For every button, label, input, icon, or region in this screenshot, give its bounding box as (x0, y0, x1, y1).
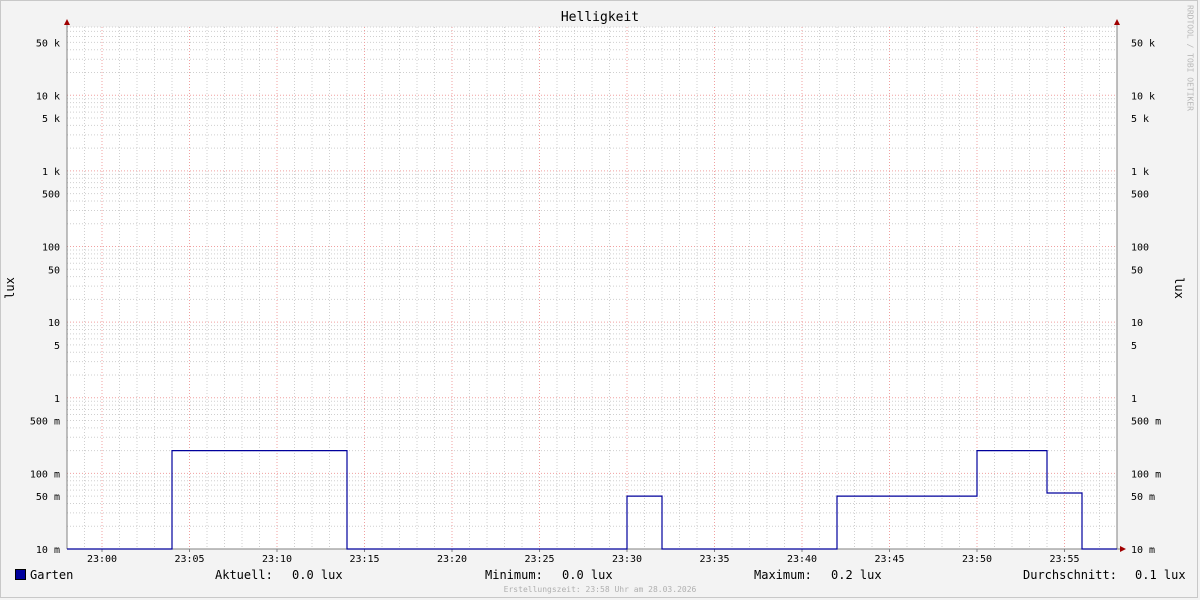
y-tick-label-left: 50 m (36, 492, 60, 503)
y-tick-label-left: 10 k (36, 91, 60, 102)
x-tick-label: 23:50 (962, 554, 992, 565)
y-tick-label-right: 10 m (1131, 545, 1155, 556)
y-tick-label-right: 100 (1131, 243, 1149, 254)
y-tick-label-left: 10 (48, 318, 60, 329)
legend-avg-value: 0.1 lux (1135, 568, 1186, 582)
x-tick-label: 23:00 (87, 554, 117, 565)
y-tick-label-right: 10 k (1131, 91, 1155, 102)
y-tick-label-right: 5 (1131, 341, 1137, 352)
x-tick-label: 23:25 (524, 554, 554, 565)
y-axis-label-left: lux (3, 277, 17, 299)
y-tick-label-left: 5 (54, 341, 60, 352)
legend-swatch (15, 569, 26, 580)
y-tick-label-left: 5 k (42, 114, 60, 125)
y-tick-label-right: 1 k (1131, 167, 1149, 178)
y-tick-label-left: 50 k (36, 38, 60, 49)
y-tick-label-left: 1 k (42, 167, 60, 178)
x-tick-label: 23:05 (174, 554, 204, 565)
x-tick-label: 23:45 (874, 554, 904, 565)
x-tick-label: 23:55 (1049, 554, 1079, 565)
legend-avg-label: Durchschnitt: (1023, 568, 1117, 582)
y-tick-label-right: 5 k (1131, 114, 1149, 125)
x-tick-label: 23:10 (262, 554, 292, 565)
x-axis-arrow (1120, 546, 1126, 552)
chart-title: Helligkeit (560, 10, 640, 25)
y-tick-label-left: 500 (42, 190, 60, 201)
x-tick-label: 23:20 (437, 554, 467, 565)
x-tick-label: 23:30 (612, 554, 642, 565)
legend: Garten Aktuell: 0.0 lux Minimum: 0.0 lux… (0, 568, 1200, 584)
y-tick-label-right: 100 m (1131, 469, 1161, 480)
legend-series-name: Garten (30, 568, 74, 582)
x-tick-label: 23:40 (787, 554, 817, 565)
y-tick-label-left: 100 m (30, 469, 60, 480)
y-tick-label-right: 50 (1131, 265, 1143, 276)
y-tick-label-left: 1 (54, 394, 60, 405)
x-tick-label: 23:15 (349, 554, 379, 565)
y-tick-label-right: 50 k (1131, 38, 1155, 49)
y-tick-label-right: 500 (1131, 190, 1149, 201)
legend-max-label: Maximum: (754, 568, 812, 582)
y-tick-label-right: 50 m (1131, 492, 1155, 503)
creation-time-footer: Erstellungszeit: 23:58 Uhr am 28.03.2026 (503, 585, 697, 594)
rrdtool-watermark: RRDTOOL / TOBI OETIKER (1185, 5, 1195, 111)
legend-current-label: Aktuell: (215, 568, 273, 582)
legend-max-value: 0.2 lux (831, 568, 882, 582)
y-tick-label-right: 500 m (1131, 417, 1161, 428)
y-tick-label-left: 50 (48, 265, 60, 276)
y-tick-label-right: 1 (1131, 394, 1137, 405)
chart-canvas: 50 k 50 k 10 k 10 k 5 k 5 k 1 k 1 k 500 500 100 100… (30, 19, 1161, 565)
y-axis-label-right: lux (1172, 277, 1186, 299)
y-tick-label-left: 500 m (30, 417, 60, 428)
legend-current-value: 0.0 lux (292, 568, 343, 582)
x-tick-label: 23:35 (699, 554, 729, 565)
y-tick-label-left: 100 (42, 243, 60, 254)
legend-min-value: 0.0 lux (562, 568, 613, 582)
y-tick-label-left: 10 m (36, 545, 60, 556)
y-tick-label-right: 10 (1131, 318, 1143, 329)
legend-min-label: Minimum: (485, 568, 543, 582)
